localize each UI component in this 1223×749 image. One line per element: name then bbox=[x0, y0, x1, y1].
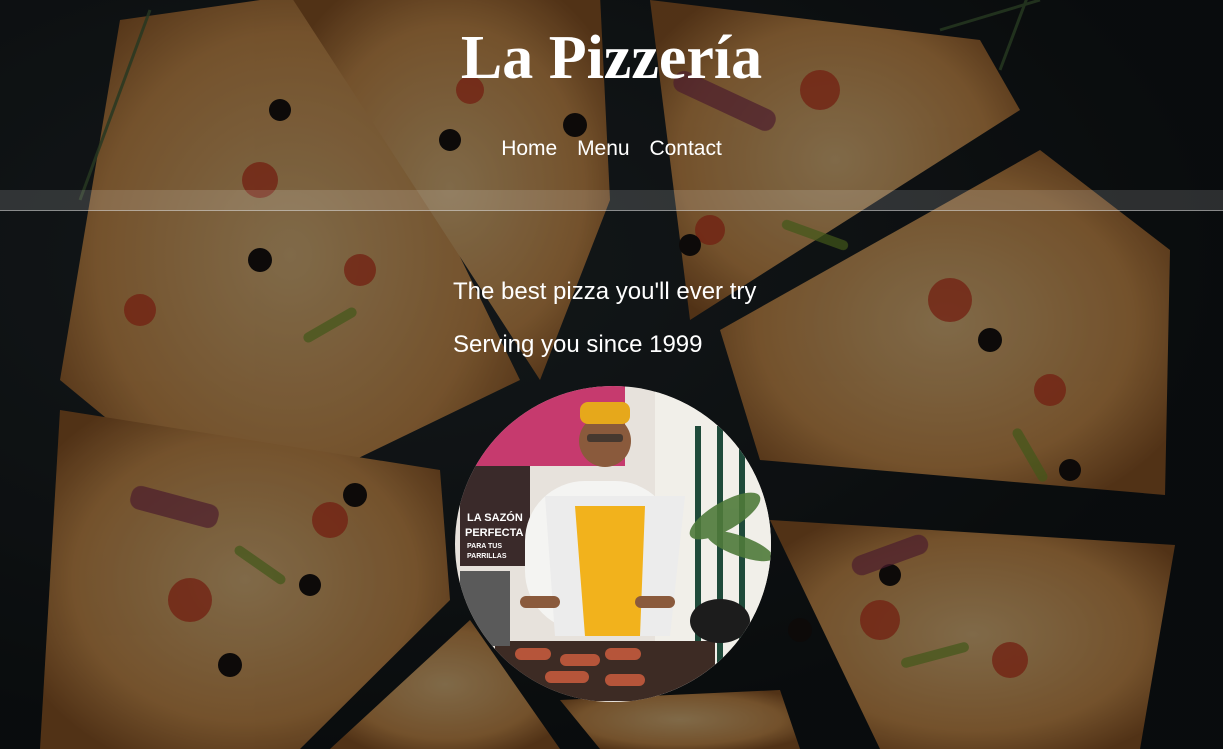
nav-home-link[interactable]: Home bbox=[501, 137, 557, 160]
header-band bbox=[0, 190, 1223, 210]
nav-menu-link[interactable]: Menu bbox=[577, 137, 630, 160]
chef-photo: LA SAZÓN PERFECTA PARA TUS PARRILLAS bbox=[455, 386, 771, 702]
hero-tagline: The best pizza you'll ever try bbox=[453, 278, 757, 305]
svg-text:LA SAZÓN: LA SAZÓN bbox=[467, 511, 523, 524]
site-title: La Pizzería bbox=[460, 24, 763, 92]
svg-text:PERFECTA: PERFECTA bbox=[465, 527, 524, 539]
main-nav: Home Menu Contact bbox=[0, 136, 1223, 162]
header-divider bbox=[0, 210, 1223, 211]
nav-contact-link[interactable]: Contact bbox=[649, 137, 721, 160]
page: La Pizzería Home Menu Contact The best p… bbox=[0, 0, 1223, 749]
hero-since: Serving you since 1999 bbox=[453, 331, 703, 358]
svg-text:PARRILLAS: PARRILLAS bbox=[467, 553, 507, 560]
svg-text:PARA TUS: PARA TUS bbox=[467, 543, 502, 550]
